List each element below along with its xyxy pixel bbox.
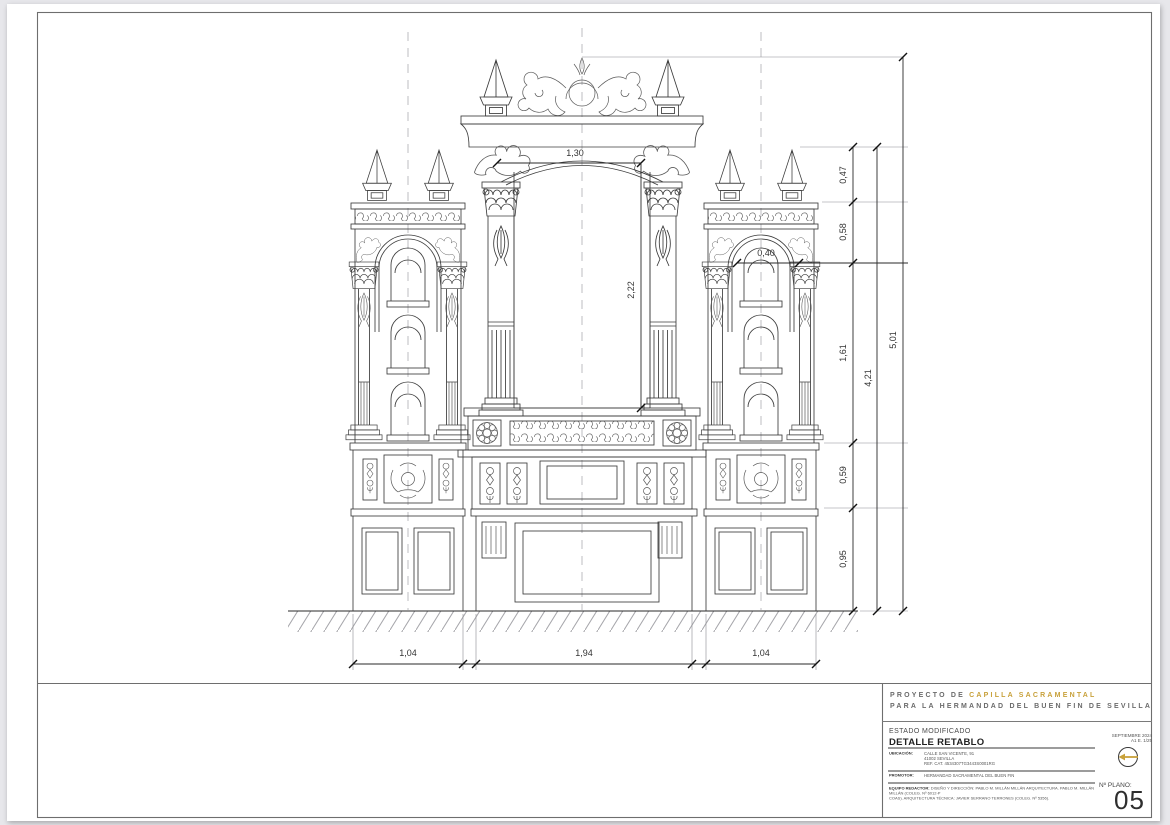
project-title-highlight: CAPILLA SACRAMENTAL <box>969 692 1096 699</box>
north-arrow-icon <box>1115 744 1141 775</box>
equipo-label: EQUIPO REDACTOR: <box>889 786 930 791</box>
estado-label: ESTADO MODIFICADO <box>889 728 971 735</box>
dim-side-tower-total-height: 4,21 <box>863 369 873 387</box>
dim-center-bay-width: 1,94 <box>575 648 593 658</box>
ubicacion-row: UBICACIÓN: CALLE SAN VICENTE, 91 41002 S… <box>889 751 1095 766</box>
separator-line <box>888 782 1095 784</box>
promotor-value: HERMANDAD SACRAMENTAL DEL BUEN FIN <box>924 773 1014 778</box>
dimension-lines: 1,30 2,22 0,40 0,47 <box>349 53 908 670</box>
equipo-line2: COAS). ARQUITECTURA TÉCNICA: JAVIER SERR… <box>889 796 1049 801</box>
separator-line <box>888 747 1095 749</box>
dim-overall-height: 5,01 <box>888 331 898 349</box>
dim-base-height: 0,95 <box>838 550 848 568</box>
right-side-tower <box>699 150 823 611</box>
plano-number: 05 <box>1114 785 1145 816</box>
dim-right-bay-width: 1,04 <box>752 648 770 658</box>
dim-entablature-height: 0,58 <box>838 223 848 241</box>
dim-crest-height: 0,47 <box>838 166 848 184</box>
title-block: PROYECTO DE CAPILLA SACRAMENTAL PARA LA … <box>882 683 1152 818</box>
project-title-line2: PARA LA HERMANDAD DEL BUEN FIN DE SEVILL… <box>890 701 1152 712</box>
left-side-tower <box>346 150 470 611</box>
project-title-prefix: PROYECTO DE <box>890 692 969 699</box>
dim-predella-height: 0,59 <box>838 466 848 484</box>
ubicacion-line3: REF. CAT. 4534307TG3443S0001RG <box>924 761 995 766</box>
promotor-row: PROMOTOR: HERMANDAD SACRAMENTAL DEL BUEN… <box>889 773 1095 778</box>
separator-line <box>888 770 1095 772</box>
dim-left-bay-width: 1,04 <box>399 648 417 658</box>
dim-central-niche-height: 2,22 <box>626 281 636 299</box>
ground-line <box>288 611 858 632</box>
dim-side-niche-width: 0,40 <box>757 248 775 258</box>
dim-arch-width: 1,30 <box>566 148 584 158</box>
scale-label: A1 E. 1/25 <box>1052 738 1152 743</box>
promotor-label: PROMOTOR: <box>889 773 918 778</box>
project-title: PROYECTO DE CAPILLA SACRAMENTAL PARA LA … <box>882 683 1152 722</box>
dim-column-body-height: 1,61 <box>838 344 848 362</box>
page-background: 1,30 2,22 0,40 0,47 <box>0 0 1170 825</box>
equipo-redactor-row: EQUIPO REDACTOR: DISEÑO Y DIRECCIÓN: PAB… <box>889 786 1099 801</box>
date-and-scale: SEPTIEMBRE 2024 A1 E. 1/25 <box>1052 733 1152 743</box>
ubicacion-label: UBICACIÓN: <box>889 751 918 766</box>
